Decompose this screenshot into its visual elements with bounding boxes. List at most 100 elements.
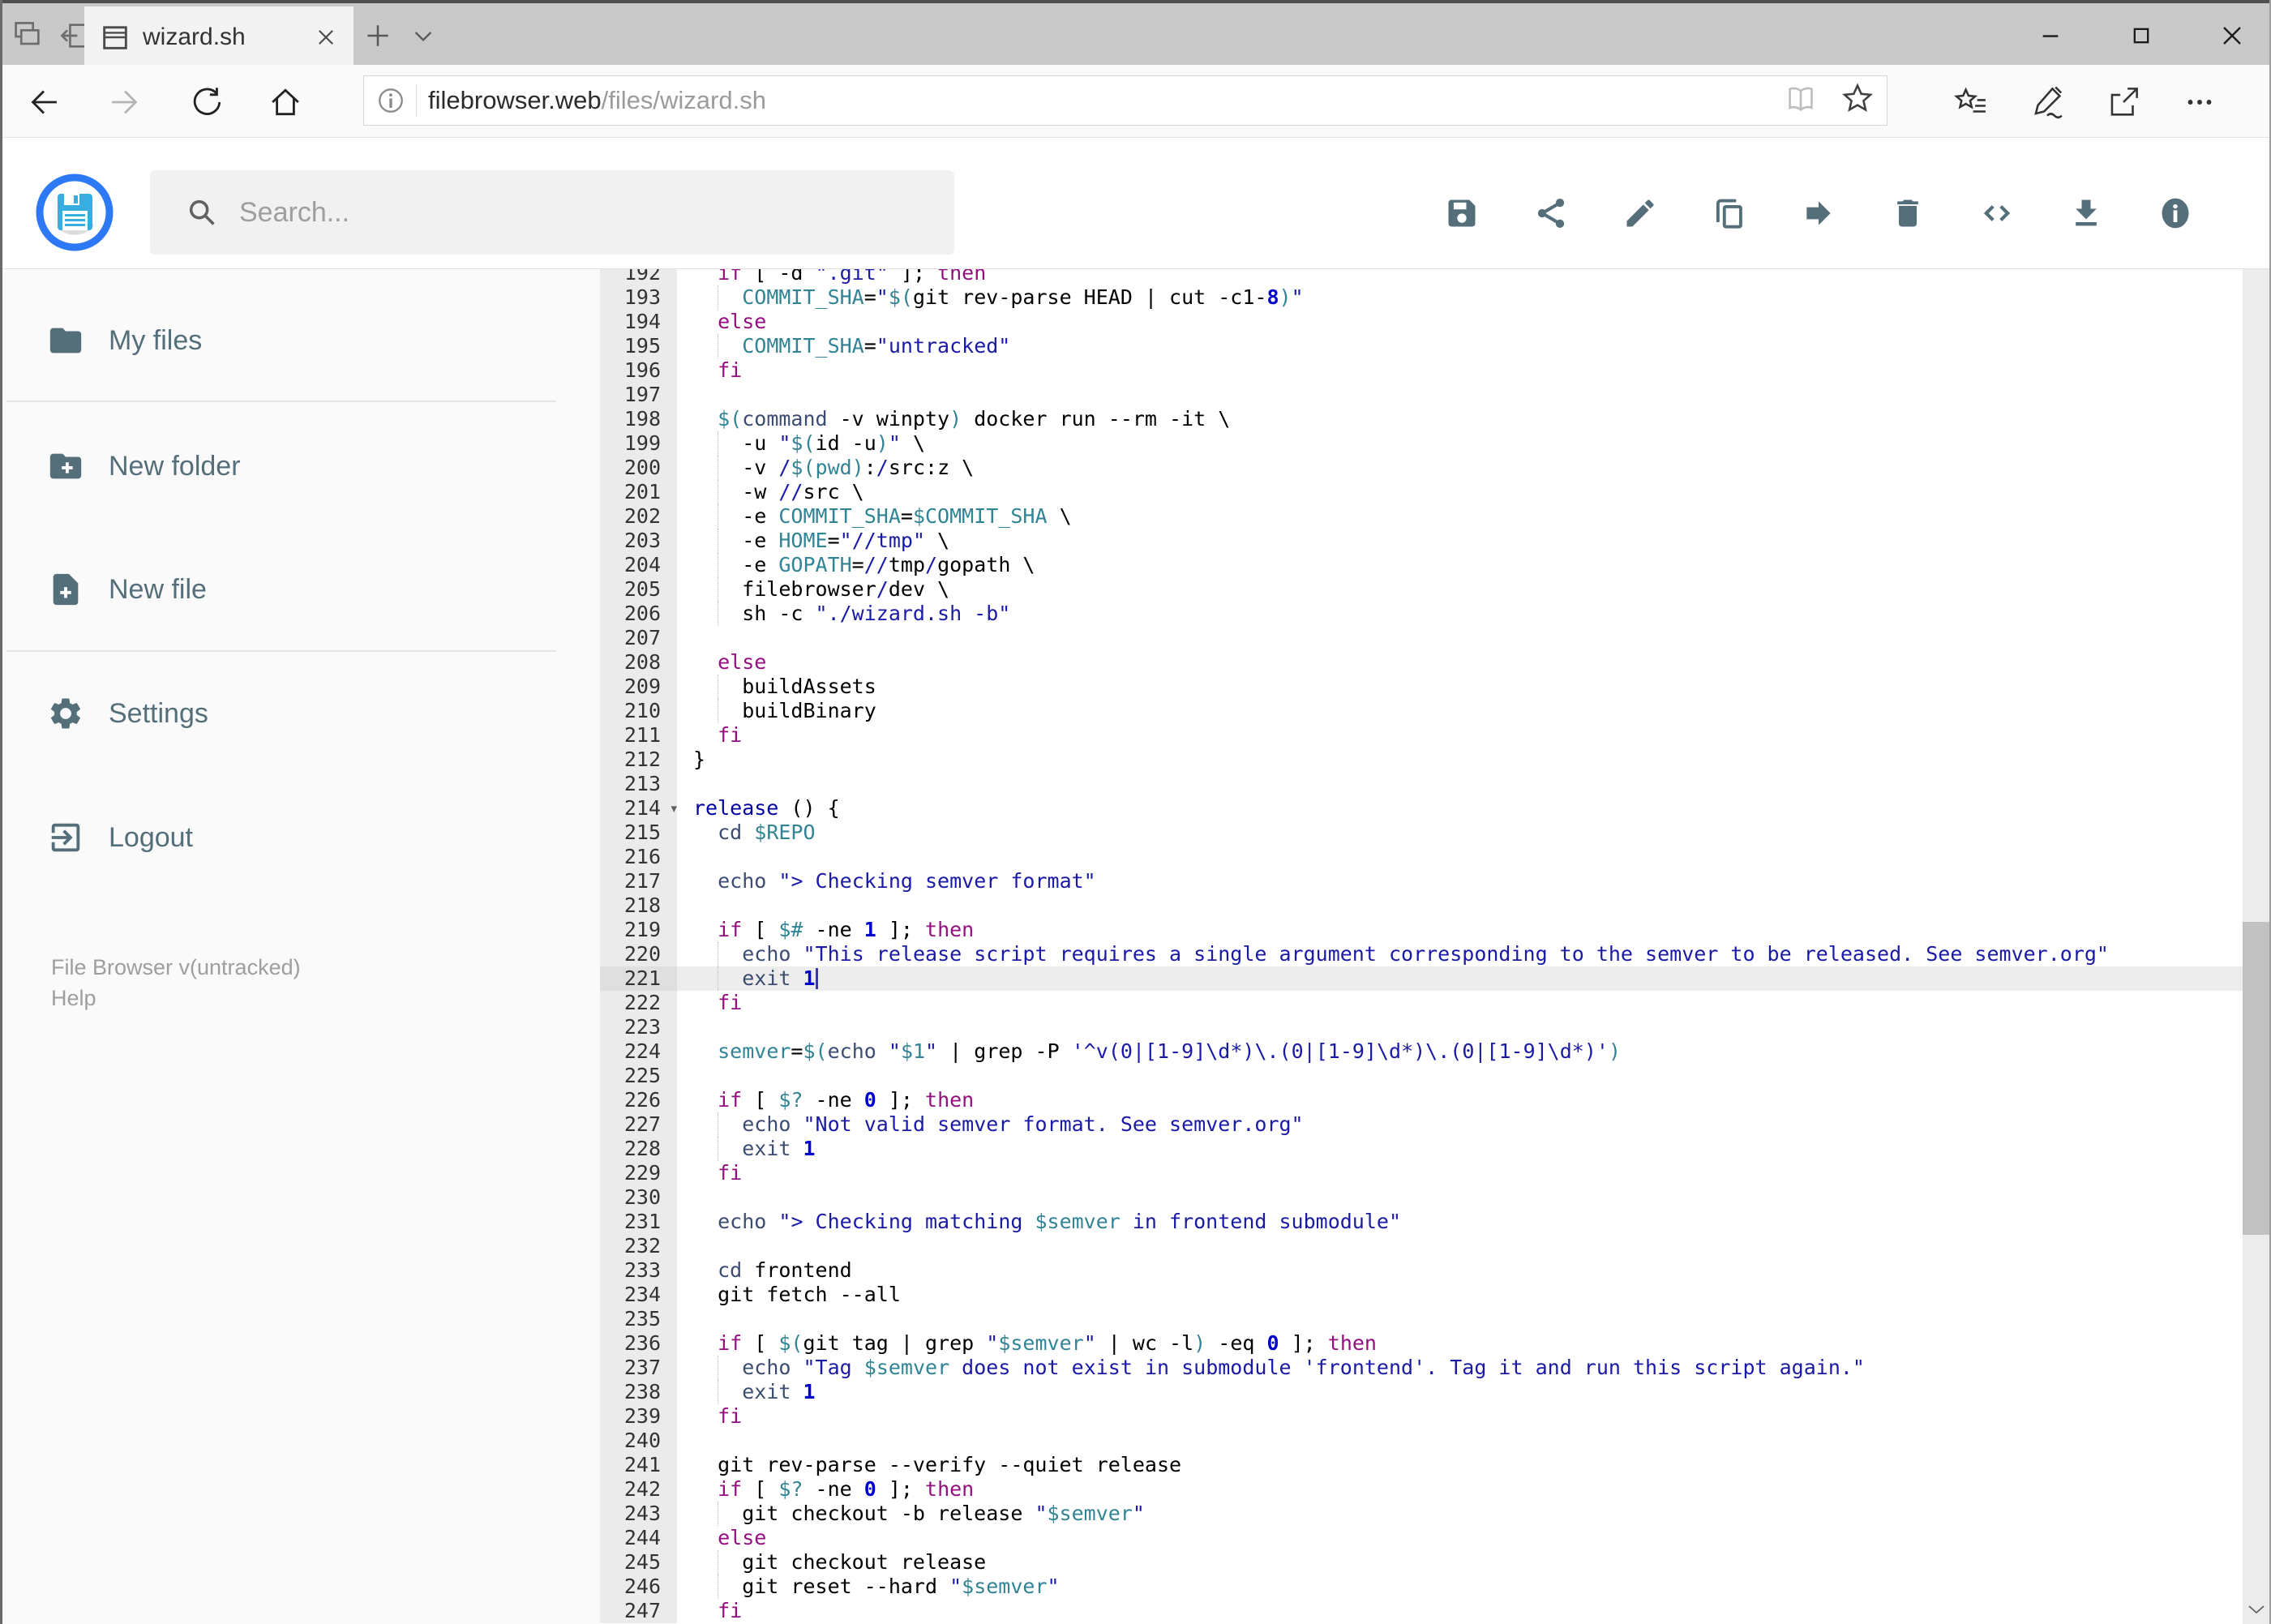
more-actions-button[interactable] [2180,83,2219,122]
code-line: 198 $(command -v winpty) docker run --rm… [600,407,2243,431]
sidebar-item-label: Logout [109,821,193,853]
code-line: 211 fi [600,723,2243,748]
download-icon [2076,199,2097,226]
new-file-icon [47,571,84,608]
code-editor[interactable]: 192 if [ -d ".git" ]; then 193 COMMIT_SHA… [600,269,2243,1624]
sidebar-item-label: My files [109,324,203,356]
rename-button[interactable] [1622,195,1659,232]
folder-icon [47,322,84,359]
code-line: 207 [600,626,2243,650]
line-number: 224 [600,1039,677,1064]
code-line: 215 cd $REPO [600,821,2243,845]
refresh-button[interactable] [186,83,225,122]
back-button[interactable] [24,83,63,122]
code-line: 196 fi [600,358,2243,383]
line-number: 199 [600,431,677,456]
sidebar-item-settings[interactable]: Settings [0,675,600,752]
maximize-button[interactable] [2117,11,2166,60]
code-line: 246 git reset --hard "$semver" [600,1575,2243,1599]
code-line: 210 buildBinary [600,699,2243,723]
line-number: 229 [600,1161,677,1185]
tab-preview-button[interactable] [10,18,45,54]
scroll-down-button[interactable] [2243,1595,2269,1624]
code-line: 223 [600,1015,2243,1039]
line-number: 241 [600,1453,677,1477]
code-line: 214 ▾ release () { [600,796,2243,821]
save-button[interactable] [1443,195,1480,232]
line-number: 196 [600,358,677,383]
source-code-button[interactable] [1978,195,2016,232]
code-line: 220 echo "This release script requires a… [600,942,2243,966]
browser-tab[interactable]: wizard.sh [84,6,354,68]
add-favorite-button[interactable] [1840,81,1875,121]
star-icon [1842,82,1873,112]
code-line: 232 [600,1234,2243,1258]
fold-marker-icon[interactable]: ▾ [671,796,677,821]
copy-button[interactable] [1711,195,1748,232]
hub-favorites-button[interactable] [1952,83,1990,122]
sidebar-item-my-files[interactable]: My files [0,302,600,379]
line-number: 233 [600,1258,677,1283]
code-line: 197 [600,383,2243,407]
search-input[interactable]: Search... [150,170,954,255]
home-button[interactable] [266,83,305,122]
delete-button[interactable] [1889,195,1926,232]
url-host: filebrowser.web [428,86,602,114]
line-number: 245 [600,1550,677,1575]
plus-icon [367,25,388,46]
tab-close-button[interactable] [311,23,341,52]
line-number: 213 [600,772,677,796]
code-line: 216 [600,845,2243,869]
code-line: 237 echo "Tag $semver does not exist in … [600,1356,2243,1380]
code-line: 195 COMMIT_SHA="untracked" [600,334,2243,358]
share-button[interactable] [2104,83,2143,122]
minimize-button[interactable] [2026,11,2075,60]
code-line: 245 git checkout release [600,1550,2243,1575]
sidebar-item-new-file[interactable]: New file [0,551,600,628]
home-icon [272,88,299,116]
line-number: 194 [600,310,677,334]
tab-list-dropdown-button[interactable] [405,18,441,54]
code-line: 229 fi [600,1161,2243,1185]
reading-view-button[interactable] [1783,81,1819,121]
url-bar[interactable]: filebrowser.web/files/wizard.sh [363,75,1888,126]
web-notes-button[interactable] [2028,83,2067,122]
line-number: 192 [600,269,677,285]
maximize-icon [2133,28,2149,44]
forward-button[interactable] [105,83,144,122]
search-placeholder: Search... [239,196,350,228]
chevron-down-icon [2247,1605,2265,1614]
code-line: 244 else [600,1526,2243,1550]
share-button[interactable] [1532,195,1570,232]
line-number: 215 [600,821,677,845]
copy-icon [1716,199,1742,229]
text-cursor [815,968,818,989]
scrollbar-thumb[interactable] [2243,922,2269,1235]
close-icon [2223,27,2241,45]
code-line: 239 fi [600,1404,2243,1429]
info-button[interactable] [2157,195,2194,232]
sidebar-item-logout[interactable]: Logout [0,799,600,876]
filebrowser-logo[interactable] [36,174,114,251]
code-line: 224 semver=$(echo "$1" | grep -P '^v(0|[… [600,1039,2243,1064]
download-button[interactable] [2067,195,2105,232]
site-info-button[interactable] [375,85,406,116]
line-number: 226 [600,1088,677,1112]
line-number: 214 ▾ [600,796,677,821]
pen-icon [2034,86,2063,119]
move-button[interactable] [1800,195,1837,232]
refresh-icon [193,88,221,115]
help-link[interactable]: Help [51,986,96,1011]
sidebar-item-new-folder[interactable]: New folder [0,427,600,505]
line-number: 238 [600,1380,677,1404]
page-scrollbar[interactable] [2243,139,2269,1624]
new-tab-button[interactable] [360,18,396,54]
create-new-folder-icon [47,448,84,485]
line-number: 212 [600,748,677,772]
line-number: 207 [600,626,677,650]
chevron-down-icon [414,32,432,42]
line-number: 235 [600,1307,677,1331]
close-window-button[interactable] [2208,11,2256,60]
code-line: 194 else [600,310,2243,334]
url-text[interactable]: filebrowser.web/files/wizard.sh [428,86,766,115]
